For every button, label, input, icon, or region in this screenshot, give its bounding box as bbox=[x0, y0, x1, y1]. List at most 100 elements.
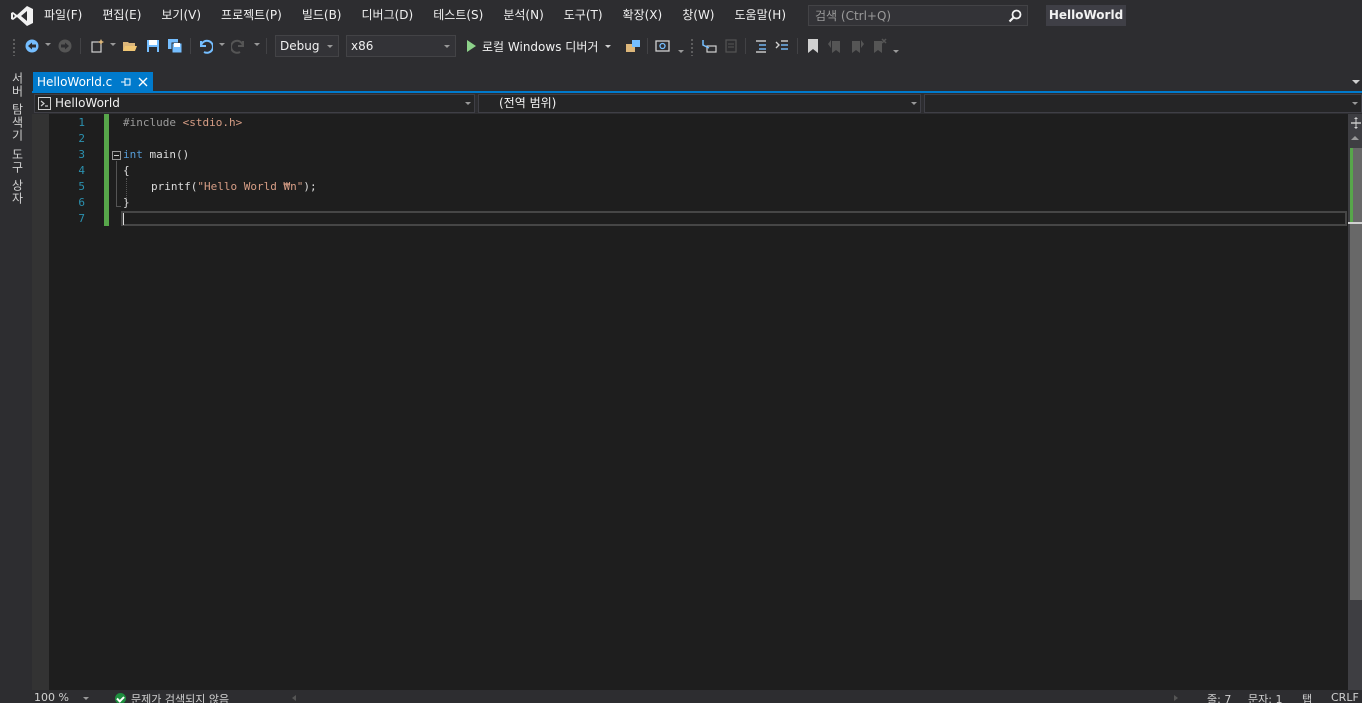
project-combo[interactable]: HelloWorld bbox=[34, 94, 475, 113]
toolbar-grip[interactable] bbox=[12, 38, 16, 56]
code-line-5: printf("Hello World ₩n"); bbox=[151, 180, 317, 193]
scrollbar-change-marker bbox=[1350, 148, 1353, 224]
collapse-icon[interactable] bbox=[112, 151, 121, 160]
glyph-margin[interactable] bbox=[32, 114, 49, 690]
code-editor[interactable]: 1 2 3 4 5 6 7 #include <stdio.h> int mai… bbox=[32, 114, 1362, 690]
project-name: HelloWorld bbox=[55, 96, 120, 110]
menu-edit[interactable]: 편집(E) bbox=[92, 0, 151, 30]
toolbox-tab[interactable]: 도구 상자 bbox=[9, 148, 26, 205]
current-line-highlight bbox=[121, 211, 1347, 226]
run-label: 로컬 Windows 디버거 bbox=[482, 39, 599, 54]
check-icon bbox=[115, 693, 126, 703]
split-window-icon[interactable] bbox=[1350, 116, 1362, 130]
scope-combo[interactable]: (전역 범위) bbox=[478, 94, 921, 113]
back-icon[interactable] bbox=[24, 38, 40, 54]
line-number: 2 bbox=[78, 132, 85, 145]
new-project-dropdown-icon[interactable] bbox=[110, 43, 116, 46]
chevron-down-icon bbox=[1352, 102, 1358, 105]
uncomment-lines-icon[interactable] bbox=[775, 38, 791, 54]
open-folder-icon[interactable] bbox=[122, 38, 138, 54]
menu-build[interactable]: 빌드(B) bbox=[292, 0, 352, 30]
undo-dropdown-icon[interactable] bbox=[219, 43, 225, 46]
menu-view[interactable]: 보기(V) bbox=[151, 0, 211, 30]
solution-name: HelloWorld bbox=[1046, 5, 1126, 26]
scroll-left-icon[interactable] bbox=[292, 695, 296, 701]
char-indicator: 문자: 1 bbox=[1248, 693, 1283, 703]
bookmark-icon[interactable] bbox=[805, 38, 821, 54]
tab-overflow-icon[interactable] bbox=[1352, 80, 1360, 84]
menu-window[interactable]: 창(W) bbox=[672, 0, 724, 30]
toolbar-grip[interactable] bbox=[690, 38, 694, 56]
line-number: 7 bbox=[78, 212, 85, 225]
change-tracking-bar bbox=[104, 114, 109, 226]
search-icon[interactable] bbox=[1007, 8, 1023, 24]
menu-analyze[interactable]: 분석(N) bbox=[493, 0, 553, 30]
text-caret bbox=[123, 213, 124, 225]
vs-logo-icon[interactable] bbox=[10, 5, 34, 27]
clear-bookmarks-icon[interactable] bbox=[871, 38, 887, 54]
menu-test[interactable]: 테스트(S) bbox=[423, 0, 493, 30]
line-ending[interactable]: CRLF bbox=[1331, 691, 1359, 703]
redo-dropdown-icon[interactable] bbox=[254, 43, 260, 46]
scope-name: (전역 범위) bbox=[499, 96, 557, 110]
menu-help[interactable]: 도움말(H) bbox=[725, 0, 797, 30]
chevron-down-icon bbox=[911, 102, 917, 105]
new-project-icon[interactable] bbox=[89, 38, 105, 54]
include-header: <stdio.h> bbox=[182, 116, 243, 129]
issues-status[interactable]: 문제가 검색되지 않음 bbox=[131, 691, 229, 703]
menu-debug[interactable]: 디버그(D) bbox=[352, 0, 424, 30]
menu-project[interactable]: 프로젝트(P) bbox=[211, 0, 292, 30]
browser-link-icon[interactable] bbox=[655, 38, 671, 54]
step-over-icon[interactable] bbox=[723, 38, 739, 54]
comment-lines-icon[interactable] bbox=[753, 38, 769, 54]
platform-combo[interactable]: x86 bbox=[346, 35, 456, 57]
scroll-up-icon[interactable] bbox=[1351, 136, 1359, 140]
menu-file[interactable]: 파일(F) bbox=[34, 0, 92, 30]
server-explorer-tab[interactable]: 서버 탐색기 bbox=[9, 72, 26, 142]
code-line-4: { bbox=[123, 164, 130, 177]
chevron-down-icon bbox=[444, 45, 450, 48]
code-line-3: int main() bbox=[123, 148, 189, 161]
close-icon[interactable] bbox=[138, 77, 148, 87]
browser-link-dropdown-icon[interactable] bbox=[678, 50, 684, 53]
member-combo[interactable] bbox=[924, 94, 1362, 113]
menu-tools[interactable]: 도구(T) bbox=[554, 0, 613, 30]
back-dropdown-icon[interactable] bbox=[45, 43, 51, 46]
chevron-down-icon[interactable] bbox=[83, 697, 89, 700]
scroll-right-icon[interactable] bbox=[1174, 695, 1178, 701]
chevron-down-icon bbox=[327, 45, 333, 48]
configuration-combo[interactable]: Debug bbox=[275, 35, 339, 57]
toolbar-separator bbox=[190, 38, 191, 54]
tab-helloworld-c[interactable]: HelloWorld.c bbox=[33, 72, 154, 92]
fold-guide-end bbox=[116, 206, 121, 207]
step-into-icon[interactable] bbox=[701, 38, 717, 54]
menu-items: 파일(F) 편집(E) 보기(V) 프로젝트(P) 빌드(B) 디버그(D) 테… bbox=[34, 0, 796, 30]
chevron-down-icon[interactable] bbox=[605, 44, 612, 48]
line-number: 3 bbox=[78, 148, 85, 161]
next-bookmark-icon[interactable] bbox=[849, 38, 865, 54]
redo-icon[interactable] bbox=[231, 38, 247, 54]
statement-end: ); bbox=[303, 180, 317, 193]
function-call: printf( bbox=[151, 180, 198, 193]
fold-guide bbox=[116, 161, 117, 207]
toolbar-separator bbox=[647, 38, 648, 54]
line-number: 4 bbox=[78, 164, 85, 177]
undo-icon[interactable] bbox=[197, 38, 213, 54]
attach-process-icon[interactable] bbox=[625, 38, 641, 54]
previous-bookmark-icon[interactable] bbox=[827, 38, 843, 54]
document-tab-strip: HelloWorld.c bbox=[32, 62, 1362, 92]
run-debugger-button[interactable]: 로컬 Windows 디버거 bbox=[462, 35, 612, 57]
indent-mode[interactable]: 탭 bbox=[1302, 691, 1312, 703]
save-icon[interactable] bbox=[145, 38, 161, 54]
string-literal: "Hello World ₩n" bbox=[197, 180, 304, 193]
pin-icon[interactable] bbox=[120, 76, 132, 88]
save-all-icon[interactable] bbox=[167, 38, 183, 54]
menu-extensions[interactable]: 확장(X) bbox=[613, 0, 673, 30]
navigation-bar: HelloWorld (전역 범위) bbox=[32, 93, 1362, 114]
zoom-level[interactable]: 100 % bbox=[34, 691, 69, 703]
forward-icon[interactable] bbox=[57, 38, 73, 54]
search-input[interactable] bbox=[809, 6, 999, 25]
function-signature: main() bbox=[142, 148, 190, 161]
editor-status-bar: 100 % 문제가 검색되지 않음 줄: 7 문자: 1 탭 CRLF bbox=[32, 690, 1362, 703]
toolbar-overflow-icon[interactable] bbox=[893, 50, 899, 53]
